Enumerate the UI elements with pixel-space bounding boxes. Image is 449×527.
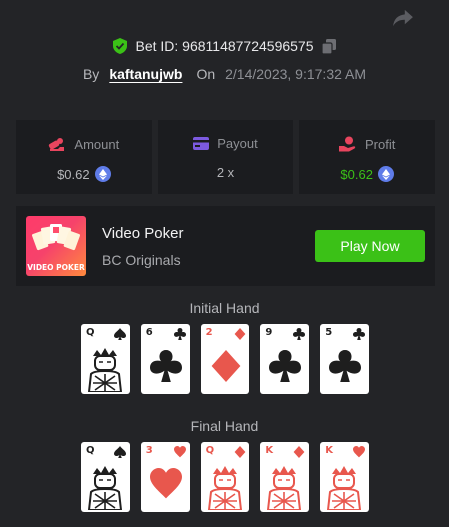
- initial-hand-card-4: 9: [260, 324, 310, 394]
- verified-shield-icon: [113, 38, 128, 54]
- copy-icon[interactable]: [321, 38, 336, 54]
- username-link[interactable]: kaftanujwb: [109, 66, 182, 82]
- profit-value: $0.62: [340, 166, 373, 182]
- final-hand-card-3: Q: [200, 442, 250, 512]
- face-card-figure-icon: [87, 466, 123, 510]
- initial-hand-card-1: Q: [81, 324, 130, 394]
- by-label: By: [82, 66, 100, 82]
- game-name: Video Poker: [102, 225, 184, 242]
- game-thumbnail[interactable]: VIDEO POKER: [26, 216, 86, 276]
- fanned-cards-icon: [32, 224, 80, 251]
- payout-card-icon: [193, 137, 210, 150]
- bet-id-label: Bet ID:: [135, 38, 179, 54]
- face-card-figure-icon: [327, 466, 362, 510]
- diamonds-icon: [211, 350, 240, 382]
- play-now-button[interactable]: Play Now: [315, 230, 425, 262]
- face-card-figure-icon: [267, 466, 302, 510]
- card-rank: Q: [86, 445, 95, 456]
- initial-hand-title: Initial Hand: [189, 300, 260, 316]
- final-hand-card-5: K: [320, 442, 369, 512]
- bet-id-text: Bet ID: 96811487724596575: [135, 38, 313, 54]
- eth-coin-icon: [94, 166, 111, 182]
- initial-hand-card-5: 5: [320, 324, 369, 394]
- face-card-figure-icon: [87, 348, 123, 392]
- profit-hand-icon: [339, 136, 356, 152]
- card-rank: 5: [325, 327, 333, 338]
- face-card-figure-icon: [207, 466, 242, 510]
- payout-value: 2 x: [216, 165, 235, 180]
- hearts-icon: [353, 446, 366, 458]
- spades-icon: [114, 328, 126, 340]
- clubs-icon: [353, 328, 366, 340]
- initial-hand-card-3: 2: [200, 324, 250, 394]
- eth-coin-icon: [377, 166, 394, 182]
- initial-hand-card-2: 6: [140, 324, 190, 394]
- bet-author-row: By kaftanujwb On 2/14/2023, 9:17:32 AM: [0, 66, 449, 82]
- final-hand-card-4: K: [260, 442, 310, 512]
- clubs-icon: [269, 350, 302, 382]
- amount-label: Amount: [74, 136, 120, 152]
- hearts-icon: [149, 468, 182, 499]
- card-rank: K: [265, 445, 274, 456]
- bet-id-row: Bet ID: 96811487724596575: [0, 38, 449, 54]
- diamonds-icon: [234, 446, 245, 458]
- final-hand-title: Final Hand: [190, 418, 259, 434]
- payout-stat: Payout 2 x: [157, 120, 294, 194]
- amount-stat: Amount $0.62: [16, 120, 152, 194]
- card-rank: K: [325, 445, 333, 456]
- spades-icon: [114, 446, 126, 458]
- clubs-icon: [149, 350, 182, 382]
- clubs-icon: [329, 350, 362, 382]
- amount-value: $0.62: [57, 166, 90, 182]
- profit-stat: Profit $0.62: [299, 120, 436, 194]
- card-rank: Q: [86, 327, 95, 338]
- card-rank: 9: [265, 327, 273, 338]
- profit-label: Profit: [365, 136, 396, 152]
- hearts-icon: [173, 446, 186, 458]
- card-rank: Q: [205, 445, 215, 456]
- amount-coins-icon: [49, 138, 65, 151]
- bet-id-value: 96811487724596575: [182, 38, 314, 54]
- final-hand-card-2: 3: [140, 442, 190, 512]
- clubs-icon: [173, 328, 186, 340]
- payout-label: Payout: [217, 136, 258, 151]
- bet-date: 2/14/2023, 9:17:32 AM: [225, 66, 367, 82]
- final-hand-card-1: Q: [81, 442, 130, 512]
- final-hand: Q 3 Q K K: [81, 442, 369, 512]
- thumbnail-title: VIDEO POKER: [27, 263, 85, 272]
- game-provider: BC Originals: [102, 252, 181, 268]
- bet-stats: Amount $0.62 Payout 2 x Profit $0.62: [16, 120, 436, 194]
- initial-hand: Q 6 2 9 5: [81, 324, 369, 394]
- on-label: On: [196, 66, 216, 82]
- diamonds-icon: [234, 328, 245, 340]
- card-rank: 3: [145, 445, 153, 456]
- game-card: VIDEO POKER Video Poker BC Originals Pla…: [16, 206, 435, 286]
- share-icon[interactable]: [392, 9, 414, 27]
- card-rank: 6: [145, 327, 153, 338]
- card-rank: 2: [205, 327, 213, 338]
- diamonds-icon: [293, 446, 305, 458]
- clubs-icon: [293, 328, 306, 340]
